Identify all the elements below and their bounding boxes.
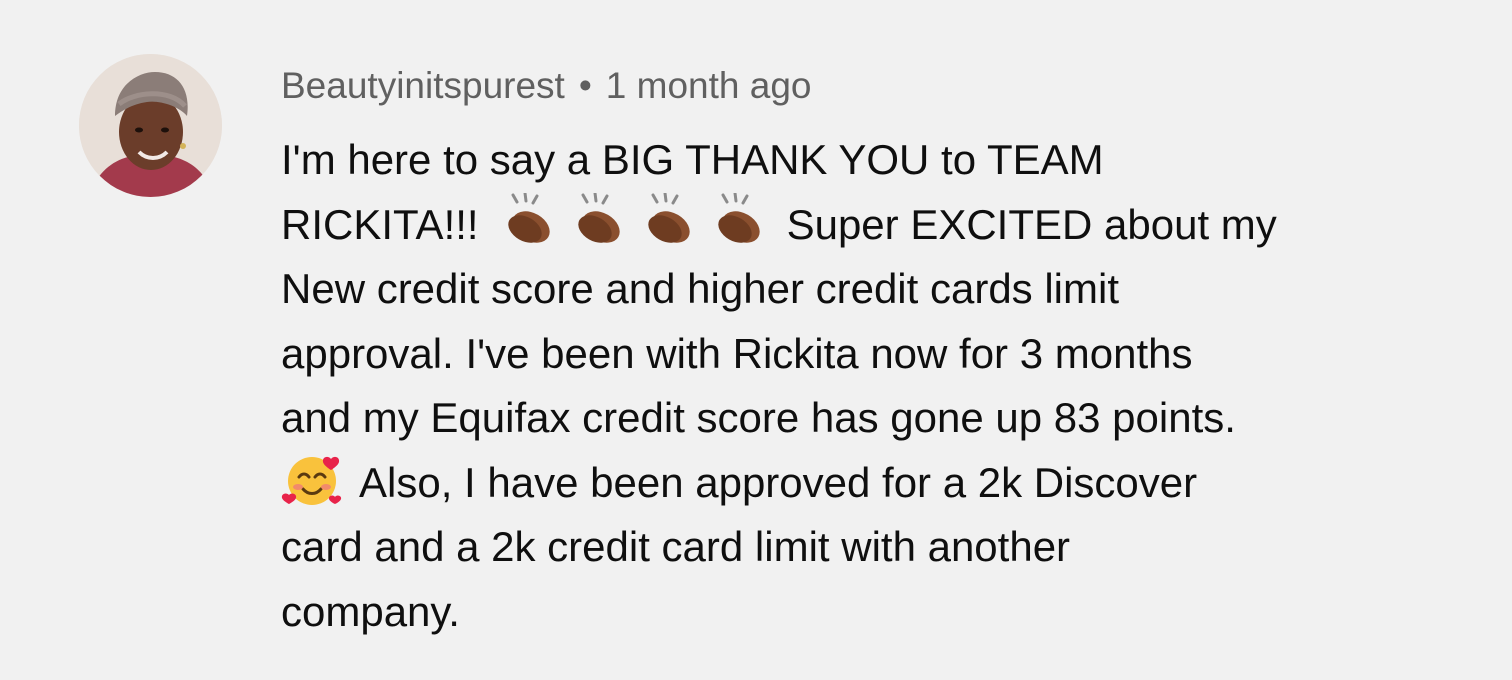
meta-separator: • <box>578 65 592 106</box>
comment-line: approval. I've been with Rickita now for… <box>281 329 1193 377</box>
comment-line-text: Super EXCITED about my <box>786 200 1277 248</box>
comment-line: and my Equifax credit score has gone up … <box>281 394 1236 441</box>
comment-line: company. <box>281 587 460 635</box>
comment-text: I'm here to say a BIG THANK YOU to TEAM … <box>281 128 1481 644</box>
comment-line: card and a 2k credit card limit with ano… <box>281 523 1071 570</box>
clapping-hands-icon <box>637 192 699 249</box>
comment-line: Also, I have been approved for a 2k Disc… <box>281 451 1481 516</box>
clapping-hands-icon <box>497 192 559 249</box>
avatar-image <box>79 54 222 197</box>
avatar[interactable] <box>79 54 222 197</box>
clap-emoji-group <box>493 192 773 248</box>
clapping-hands-icon <box>567 192 629 249</box>
comment-line-text: RICKITA!!! <box>281 200 479 248</box>
comment-timestamp[interactable]: 1 month ago <box>606 65 812 106</box>
comment-meta: Beautyinitspurest • 1 month ago <box>281 62 812 110</box>
comment-line: New credit score and higher credit cards… <box>281 265 1119 312</box>
author-name[interactable]: Beautyinitspurest <box>281 65 565 106</box>
comment-line: I'm here to say a BIG THANK YOU to TEAM <box>281 136 1104 183</box>
comment: Beautyinitspurest • 1 month ago I'm here t… <box>0 0 1512 680</box>
comment-line-text: Also, I have been approved for a 2k Disc… <box>359 458 1198 506</box>
clapping-hands-icon <box>707 192 769 249</box>
comment-line: RICKITA!!! Super EXCITED about my <box>281 192 1481 258</box>
smiling-face-with-hearts-icon <box>281 451 343 507</box>
